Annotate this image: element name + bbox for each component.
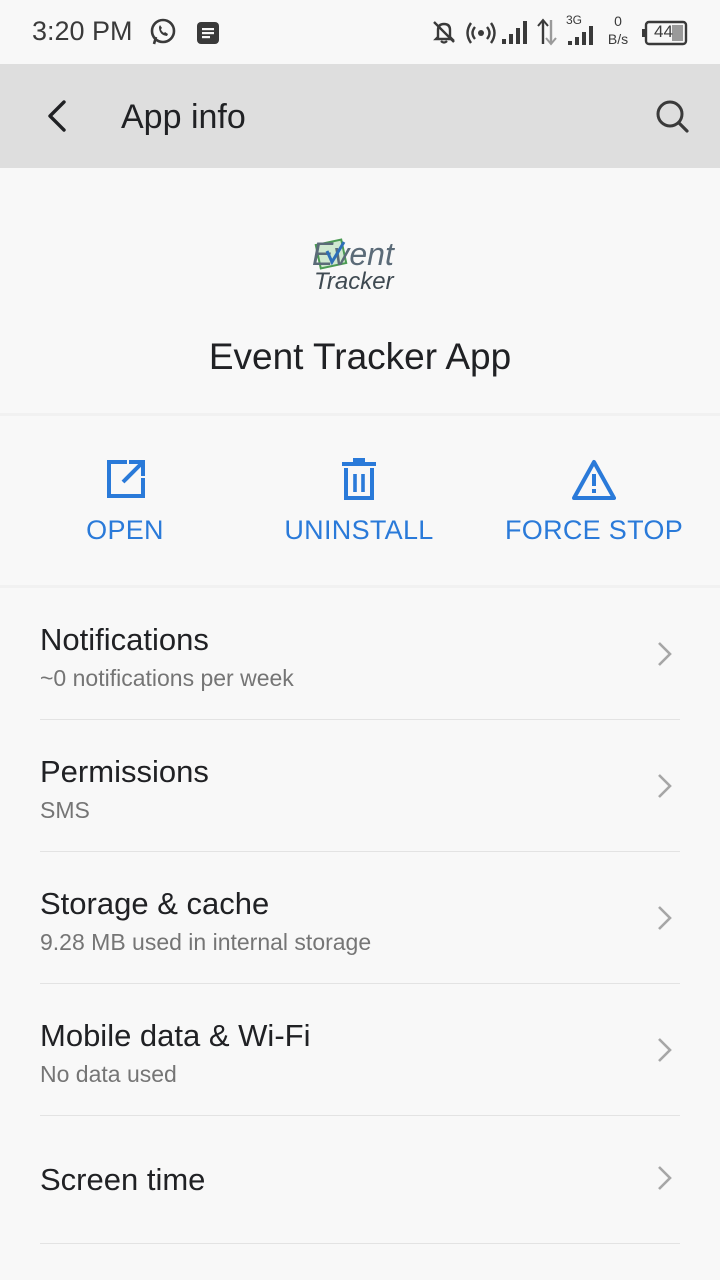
settings-list: Notifications ~0 notifications per week … [0,588,720,1244]
back-arrow-icon [48,100,66,132]
chevron-right-icon [658,774,672,798]
signal-3g-icon [568,26,593,45]
battery-level: 44 [654,22,673,41]
storage-row[interactable]: Storage & cache 9.28 MB used in internal… [0,852,720,984]
logo-line1: Event [312,236,395,272]
net-speed-unit: B/s [607,31,629,47]
chevron-right-icon [658,1038,672,1062]
search-icon [656,100,689,133]
permissions-row[interactable]: Permissions SMS [0,720,720,852]
net-speed-value: 0 [614,13,622,29]
app-name: Event Tracker App [208,336,512,377]
logo-line2: Tracker [314,268,395,294]
data-arrows-icon [537,18,557,46]
setting-subtitle: SMS [40,797,90,823]
message-icon [197,22,219,44]
net-speed: 0 B/s [604,12,632,48]
trash-icon [342,458,376,500]
action-bar: OPEN UNINSTALL FORCE STOP [0,416,720,586]
force-stop-label: FORCE STOP [504,515,684,545]
mobile-data-row[interactable]: Mobile data & Wi-Fi No data used [0,984,720,1116]
setting-subtitle: ~0 notifications per week [40,665,294,691]
app-logo: Event Tracker [312,236,395,294]
warning-icon [572,460,616,500]
chevron-right-icon [658,1166,672,1190]
uninstall-button[interactable]: UNINSTALL [239,416,479,586]
app-header: Event Tracker Event Tracker App [0,168,720,413]
setting-title: Screen time [40,1162,206,1197]
signal-icon [502,21,527,44]
force-stop-button[interactable]: FORCE STOP [474,416,714,586]
setting-subtitle: No data used [40,1061,177,1087]
setting-subtitle: 9.28 MB used in internal storage [40,929,372,955]
chevron-right-icon [658,642,672,666]
search-button[interactable] [648,92,696,140]
row-divider [40,1243,680,1244]
network-type: 3G [566,13,583,27]
notifications-row[interactable]: Notifications ~0 notifications per week [0,588,720,720]
notifications-off-icon [433,21,455,44]
whatsapp-icon [150,18,176,45]
back-button[interactable] [34,92,82,140]
setting-title: Storage & cache [40,886,270,921]
open-label: OPEN [86,515,164,545]
app-bar: App info [0,64,720,168]
hotspot-icon [466,22,496,44]
status-bar: 3:20 PM 3G 0 B/s 44 [0,0,720,64]
page-title: App info [121,98,246,136]
setting-title: Mobile data & Wi-Fi [40,1018,311,1053]
screen-time-row[interactable]: Screen time [0,1116,720,1244]
chevron-right-icon [658,906,672,930]
open-button[interactable]: OPEN [5,416,245,586]
status-time: 3:20 PM [32,16,133,46]
open-external-icon [107,460,145,498]
setting-title: Notifications [40,622,209,657]
uninstall-label: UNINSTALL [284,515,434,545]
setting-title: Permissions [40,754,209,789]
